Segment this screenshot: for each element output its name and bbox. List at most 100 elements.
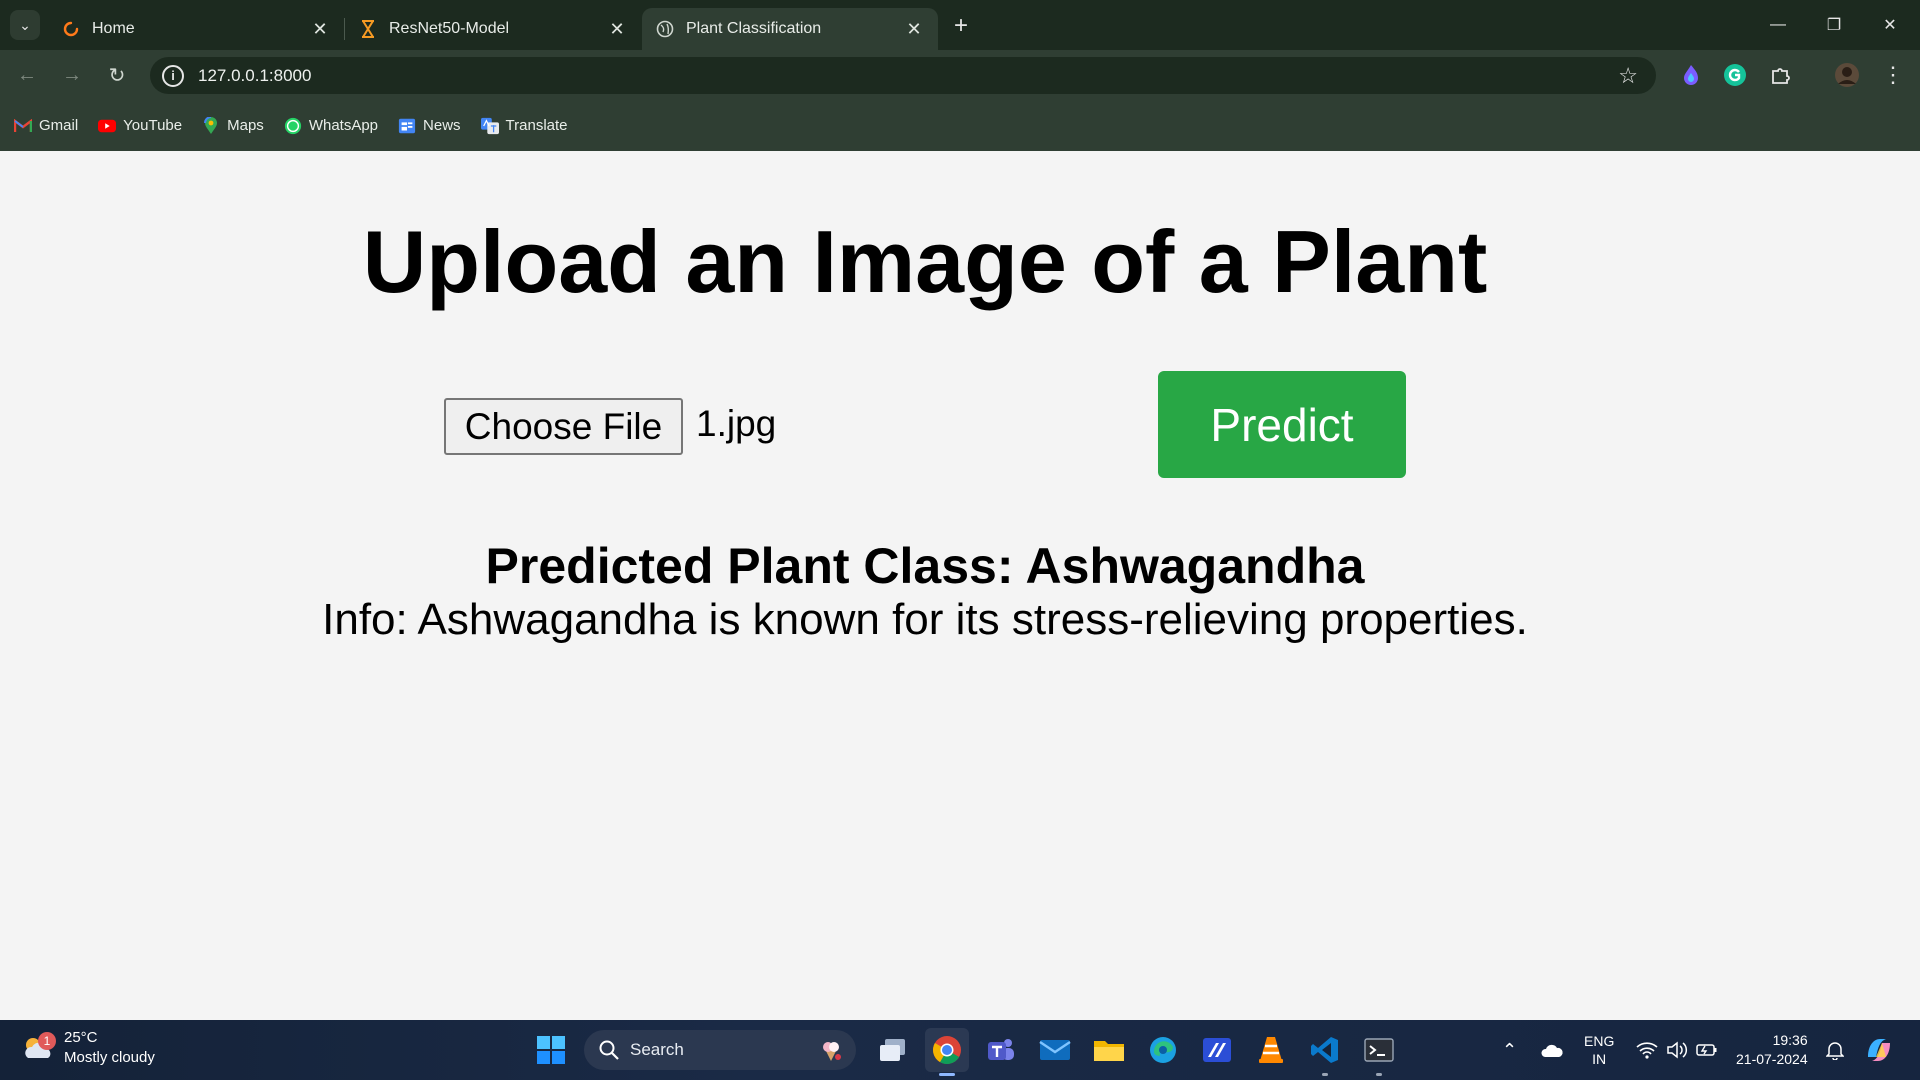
globe-icon: [656, 20, 674, 38]
running-indicator: [1322, 1073, 1328, 1076]
bookmark-label: Gmail: [39, 117, 79, 134]
close-window-button[interactable]: ✕: [1862, 0, 1918, 50]
edge-icon: [1150, 1037, 1176, 1063]
bookmark-youtube[interactable]: YouTube: [98, 117, 182, 135]
task-view-icon: [880, 1039, 905, 1061]
bookmark-label: Translate: [505, 117, 568, 134]
youtube-icon: [98, 117, 117, 135]
taskbar-terminal[interactable]: [1357, 1028, 1401, 1076]
windows-logo-icon: [537, 1036, 565, 1064]
minimize-icon: —: [1770, 16, 1786, 33]
notification-bell-icon[interactable]: [1826, 1020, 1844, 1080]
battery-icon[interactable]: [1696, 1020, 1718, 1080]
minimize-button[interactable]: —: [1750, 0, 1806, 50]
taskbar-mail[interactable]: [1033, 1028, 1077, 1072]
chevron-down-icon: ⌄: [19, 16, 31, 33]
taskbar-vlc[interactable]: [1249, 1028, 1293, 1072]
reload-button[interactable]: ↻: [100, 59, 134, 91]
chevron-up-icon: ⌃: [1502, 1039, 1518, 1060]
language-indicator[interactable]: ENG IN: [1584, 1020, 1614, 1080]
bookmark-label: News: [423, 117, 461, 134]
translate-icon: [480, 117, 499, 135]
page-content: Upload an Image of a Plant Choose File 1…: [0, 151, 1920, 1020]
bookmark-gmail[interactable]: Gmail: [14, 117, 78, 135]
clock-time: 19:36: [1772, 1032, 1808, 1048]
grammarly-icon[interactable]: [1721, 61, 1749, 89]
tab-title: ResNet50-Model: [389, 20, 510, 37]
url-text[interactable]: 127.0.0.1:8000: [198, 66, 311, 86]
hourglass-icon: [359, 20, 377, 38]
close-icon: ✕: [1883, 17, 1897, 34]
bookmark-label: Maps: [227, 117, 264, 134]
volume-icon[interactable]: [1666, 1020, 1688, 1080]
forward-button[interactable]: →: [55, 59, 89, 91]
new-tab-button[interactable]: +: [944, 12, 978, 40]
taskbar-chrome[interactable]: [925, 1028, 969, 1076]
weather-widget[interactable]: 1 25°C Mostly cloudy: [20, 1028, 155, 1068]
close-icon[interactable]: ✕: [308, 17, 332, 41]
prediction-info-text: Info: Ashwagandha is known for its stres…: [322, 595, 1528, 644]
plus-icon: +: [953, 12, 968, 39]
task-view-button[interactable]: [871, 1028, 915, 1072]
folder-icon: [1094, 1041, 1124, 1061]
bookmark-translate[interactable]: Translate: [480, 117, 568, 135]
profile-avatar[interactable]: [1833, 61, 1861, 89]
ice-cream-icon: [823, 1042, 841, 1061]
windows-taskbar: 1 25°C Mostly cloudy Search ⌃ ENG IN 19:…: [0, 1020, 1920, 1080]
teams-icon: [988, 1039, 1014, 1060]
predicted-class-text: Predicted Plant Class: Ashwagandha: [485, 538, 1365, 594]
selected-file-name: 1.jpg: [696, 403, 777, 444]
taskbar-teams[interactable]: [979, 1028, 1023, 1072]
weather-condition: Mostly cloudy: [64, 1049, 155, 1066]
tab-title: Plant Classification: [686, 20, 822, 37]
extension-flame-icon[interactable]: [1677, 61, 1705, 89]
bookmark-star-icon[interactable]: ☆: [1618, 63, 1638, 89]
start-button[interactable]: [529, 1028, 573, 1072]
wifi-icon[interactable]: [1636, 1020, 1658, 1080]
tab-search-button[interactable]: ⌄: [10, 10, 40, 40]
onedrive-icon[interactable]: [1540, 1020, 1564, 1080]
tab-strip: ⌄ Home ✕ ResNet50-Model ✕ Plant Classifi…: [0, 0, 1920, 50]
address-bar[interactable]: i 127.0.0.1:8000 ☆: [150, 57, 1656, 94]
bookmark-label: YouTube: [123, 117, 183, 134]
taskbar-file-explorer[interactable]: [1087, 1028, 1131, 1072]
bookmark-news[interactable]: News: [398, 117, 461, 135]
search-label: Search: [630, 1040, 684, 1059]
close-icon[interactable]: ✕: [605, 17, 629, 41]
predict-button[interactable]: Predict: [1158, 371, 1406, 478]
bookmark-whatsapp[interactable]: WhatsApp: [284, 117, 378, 135]
active-indicator: [939, 1073, 955, 1076]
menu-kebab-icon[interactable]: ⋮: [1879, 61, 1907, 89]
tab-plant-classification[interactable]: Plant Classification ✕: [642, 8, 938, 50]
language-line1: ENG: [1584, 1033, 1615, 1049]
taskbar-power-automate[interactable]: [1195, 1028, 1239, 1072]
arrow-right-icon: →: [62, 63, 82, 86]
maps-icon: [202, 116, 220, 135]
whatsapp-icon: [284, 117, 302, 135]
site-info-icon[interactable]: i: [162, 64, 184, 87]
copilot-icon[interactable]: [1864, 1020, 1894, 1080]
reload-icon: ↻: [108, 64, 126, 87]
arrow-left-icon: ←: [17, 63, 37, 86]
tab-resnet50-model[interactable]: ResNet50-Model ✕: [345, 8, 641, 50]
bookmark-maps[interactable]: Maps: [202, 116, 264, 135]
taskbar-vscode[interactable]: [1303, 1028, 1347, 1076]
close-icon[interactable]: ✕: [902, 17, 926, 41]
taskbar-search[interactable]: Search: [584, 1030, 856, 1070]
show-hidden-icons[interactable]: ⌃: [1502, 1020, 1517, 1080]
vscode-icon: [1311, 1037, 1338, 1063]
news-icon: [398, 117, 416, 135]
extensions-puzzle-icon[interactable]: [1767, 61, 1795, 89]
browser-toolbar: ← → ↻ i 127.0.0.1:8000 ☆ ⋮: [0, 50, 1920, 100]
restore-button[interactable]: ❐: [1806, 0, 1862, 50]
back-button[interactable]: ←: [10, 59, 44, 91]
clock[interactable]: 19:36 21-07-2024: [1736, 1020, 1808, 1080]
tab-title: Home: [92, 20, 135, 37]
clock-date: 21-07-2024: [1736, 1051, 1808, 1067]
gmail-icon: [14, 117, 32, 135]
bookmark-label: WhatsApp: [308, 117, 379, 134]
choose-file-button[interactable]: Choose File: [444, 398, 683, 455]
taskbar-edge[interactable]: [1141, 1028, 1185, 1072]
tab-home[interactable]: Home ✕: [48, 8, 344, 50]
taskbar-apps: Search: [524, 1028, 1406, 1076]
